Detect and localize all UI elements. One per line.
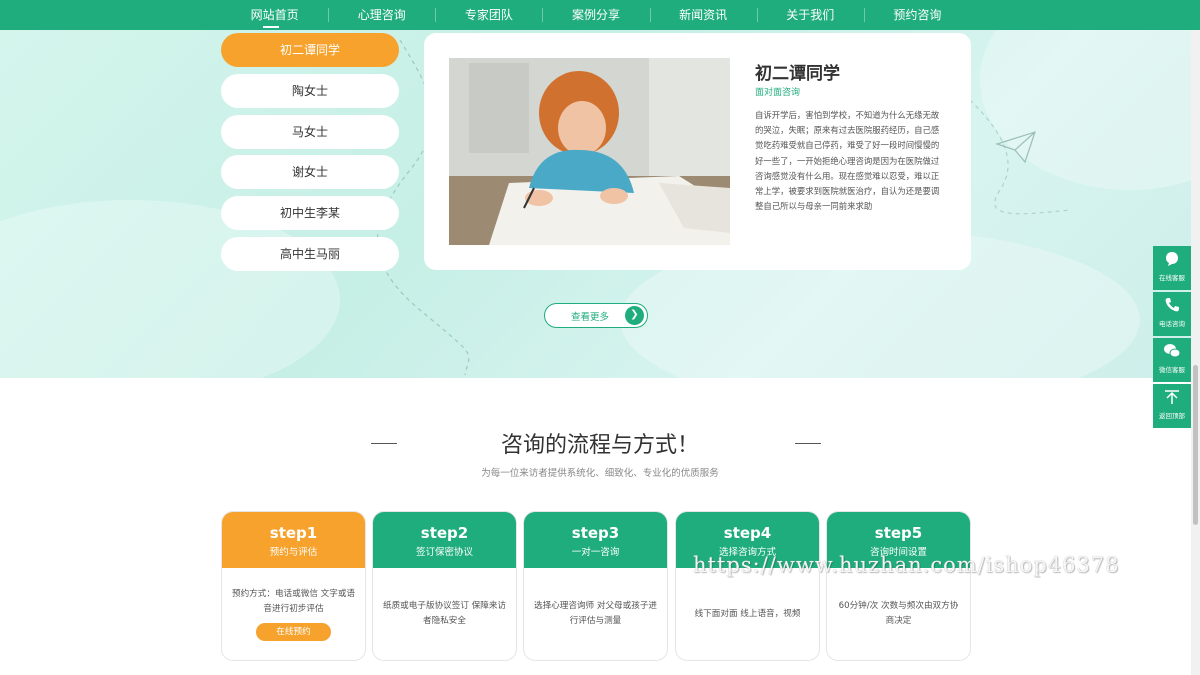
step-body: 预约方式：电话或微信 文字或语音进行初步评估 在线预约 [230, 568, 357, 660]
step-header: step1 预约与评估 [222, 512, 365, 568]
case-tab[interactable]: 马女士 [221, 114, 399, 149]
step-description: 线下面对面 线上语音，视频 [694, 608, 801, 619]
side-label: 电话咨询 [1159, 320, 1185, 328]
scrollbar-thumb[interactable] [1193, 365, 1198, 525]
step-description: 预约方式：电话或微信 文字或语音进行初步评估 [231, 589, 356, 614]
page-scrollbar[interactable] [1191, 30, 1200, 675]
process-title: 咨询的流程与方式！ [500, 433, 699, 458]
case-subtitle: 面对面咨询 [755, 88, 801, 98]
online-booking-button[interactable]: 在线预约 [256, 623, 331, 641]
paper-plane-icon [995, 131, 1036, 164]
step-body: 选择心理咨询师 对父母或孩子进行评估与测量 [532, 568, 659, 660]
case-title: 初二谭同学 [755, 64, 840, 84]
step-body: 纸质或电子版协议签订 保障来访者隐私安全 [381, 568, 508, 660]
child-drawing-photo [449, 58, 730, 245]
nav-active-indicator [263, 26, 279, 28]
case-description: 自诉开学后，害怕到学校，不知道为什么无缘无故的哭泣，失眠；原来有过去医院服药经历… [755, 110, 940, 212]
view-more-button[interactable]: 查看更多 ❯ [544, 303, 648, 328]
step-number: step4 [723, 524, 772, 542]
case-tab[interactable]: 谢女士 [221, 155, 399, 190]
step-card: step4 选择咨询方式 线下面对面 线上语音，视频 [675, 511, 820, 661]
back-to-top-icon [1153, 384, 1191, 410]
step-header: step2 签订保密协议 [373, 512, 516, 568]
chat-bubble-icon [1153, 246, 1191, 272]
case-section: 初二谭同学 陶女士 马女士 谢女士 初中生李某 高中生马丽 初二谭同学 面对面咨… [0, 30, 1200, 378]
nav-item-counseling[interactable]: 心理咨询 [328, 0, 435, 30]
step-description: 选择心理咨询师 对父母或孩子进行评估与测量 [533, 601, 658, 626]
step-card: step2 签订保密协议 纸质或电子版协议签订 保障来访者隐私安全 [372, 511, 517, 661]
nav-menu: 网站首页 心理咨询 专家团队 案例分享 新闻资讯 关于我们 预约咨询 [221, 0, 971, 30]
chevron-right-icon: ❯ [625, 306, 644, 325]
wechat-service-button[interactable]: 微信客服 [1153, 338, 1191, 382]
case-tab-list: 初二谭同学 陶女士 马女士 谢女士 初中生李某 高中生马丽 [221, 33, 399, 278]
step-name: 签订保密协议 [415, 547, 473, 558]
step-body: 60分钟/次 次数与频次由双方协商决定 [835, 568, 962, 660]
nav-item-about[interactable]: 关于我们 [756, 0, 864, 30]
process-steps: step1 预约与评估 预约方式：电话或微信 文字或语音进行初步评估 在线预约 … [221, 511, 971, 661]
step-description: 纸质或电子版协议签订 保障来访者隐私安全 [382, 601, 507, 626]
case-card: 初二谭同学 面对面咨询 自诉开学后，害怕到学校，不知道为什么无缘无故的哭泣，失眠… [424, 33, 971, 270]
case-tab[interactable]: 陶女士 [221, 73, 399, 108]
process-subtitle: 为每一位来访者提供系统化、细致化、专业化的优质服务 [481, 468, 719, 479]
step-name: 预约与评估 [269, 547, 318, 558]
phone-icon [1153, 292, 1191, 318]
top-nav: 网站首页 心理咨询 专家团队 案例分享 新闻资讯 关于我们 预约咨询 [0, 0, 1200, 30]
step-number: step2 [420, 524, 469, 542]
step-number: step5 [874, 524, 923, 542]
wechat-icon [1153, 338, 1191, 364]
step-card: step5 咨询时间设置 60分钟/次 次数与频次由双方协商决定 [826, 511, 971, 661]
case-tab[interactable]: 初中生李某 [221, 196, 399, 231]
step-number: step3 [571, 524, 620, 542]
step-name: 一对一咨询 [571, 547, 620, 558]
nav-item-booking[interactable]: 预约咨询 [863, 0, 971, 30]
case-tab[interactable]: 初二谭同学 [221, 33, 399, 67]
step-body: 线下面对面 线上语音，视频 [684, 568, 811, 660]
step-card: step3 一对一咨询 选择心理咨询师 对父母或孩子进行评估与测量 [523, 511, 668, 661]
title-divider-right [795, 443, 821, 444]
floating-service-bar: 在线客服 电话咨询 微信客服 返回顶部 [1153, 246, 1191, 430]
side-label: 在线客服 [1159, 274, 1185, 282]
step-header: step3 一对一咨询 [524, 512, 667, 568]
back-to-top-button[interactable]: 返回顶部 [1153, 384, 1191, 428]
case-tab[interactable]: 高中生马丽 [221, 236, 399, 271]
side-label: 微信客服 [1159, 366, 1185, 374]
online-service-button[interactable]: 在线客服 [1153, 246, 1191, 290]
nav-item-cases[interactable]: 案例分享 [542, 0, 649, 30]
side-label: 返回顶部 [1159, 412, 1185, 420]
watermark-text: https://www.huzhan.com/ishop46378 [693, 553, 1120, 577]
nav-item-experts[interactable]: 专家团队 [435, 0, 542, 30]
photo-illustration [449, 58, 730, 245]
step-number: step1 [269, 524, 318, 542]
step-description: 60分钟/次 次数与频次由双方协商决定 [838, 601, 959, 626]
step-card: step1 预约与评估 预约方式：电话或微信 文字或语音进行初步评估 在线预约 [221, 511, 366, 661]
view-more-label: 查看更多 [571, 312, 610, 323]
phone-consult-button[interactable]: 电话咨询 [1153, 292, 1191, 336]
nav-item-news[interactable]: 新闻资讯 [649, 0, 757, 30]
